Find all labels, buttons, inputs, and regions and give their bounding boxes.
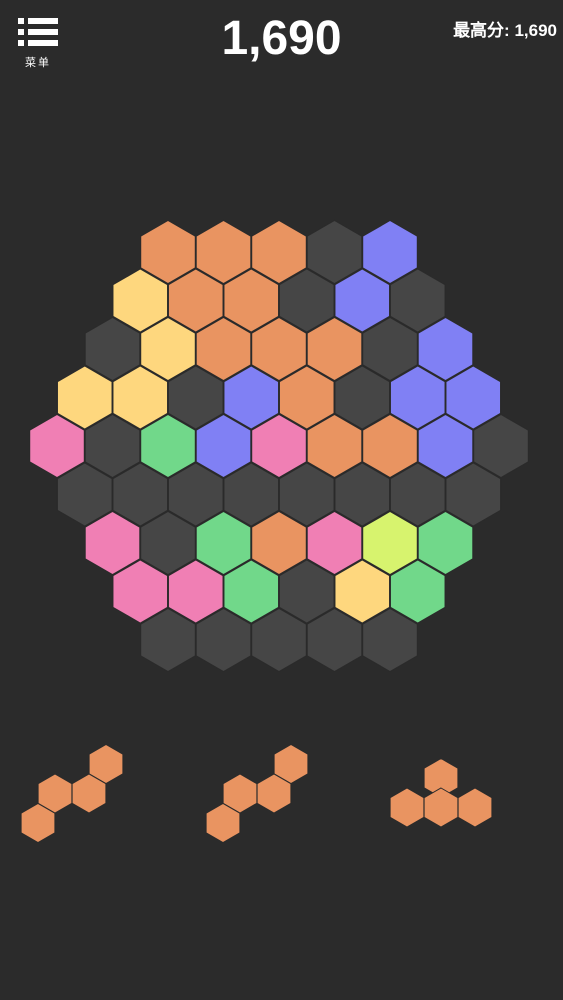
hex-grid — [29, 219, 529, 673]
piece-1[interactable] — [20, 743, 124, 844]
piece-cell — [389, 787, 425, 828]
piece-tray — [20, 743, 493, 844]
piece-cell — [423, 787, 459, 828]
piece-cell — [457, 787, 493, 828]
game-board — [20, 219, 529, 844]
piece-3[interactable] — [389, 757, 493, 828]
piece-2[interactable] — [205, 743, 309, 844]
